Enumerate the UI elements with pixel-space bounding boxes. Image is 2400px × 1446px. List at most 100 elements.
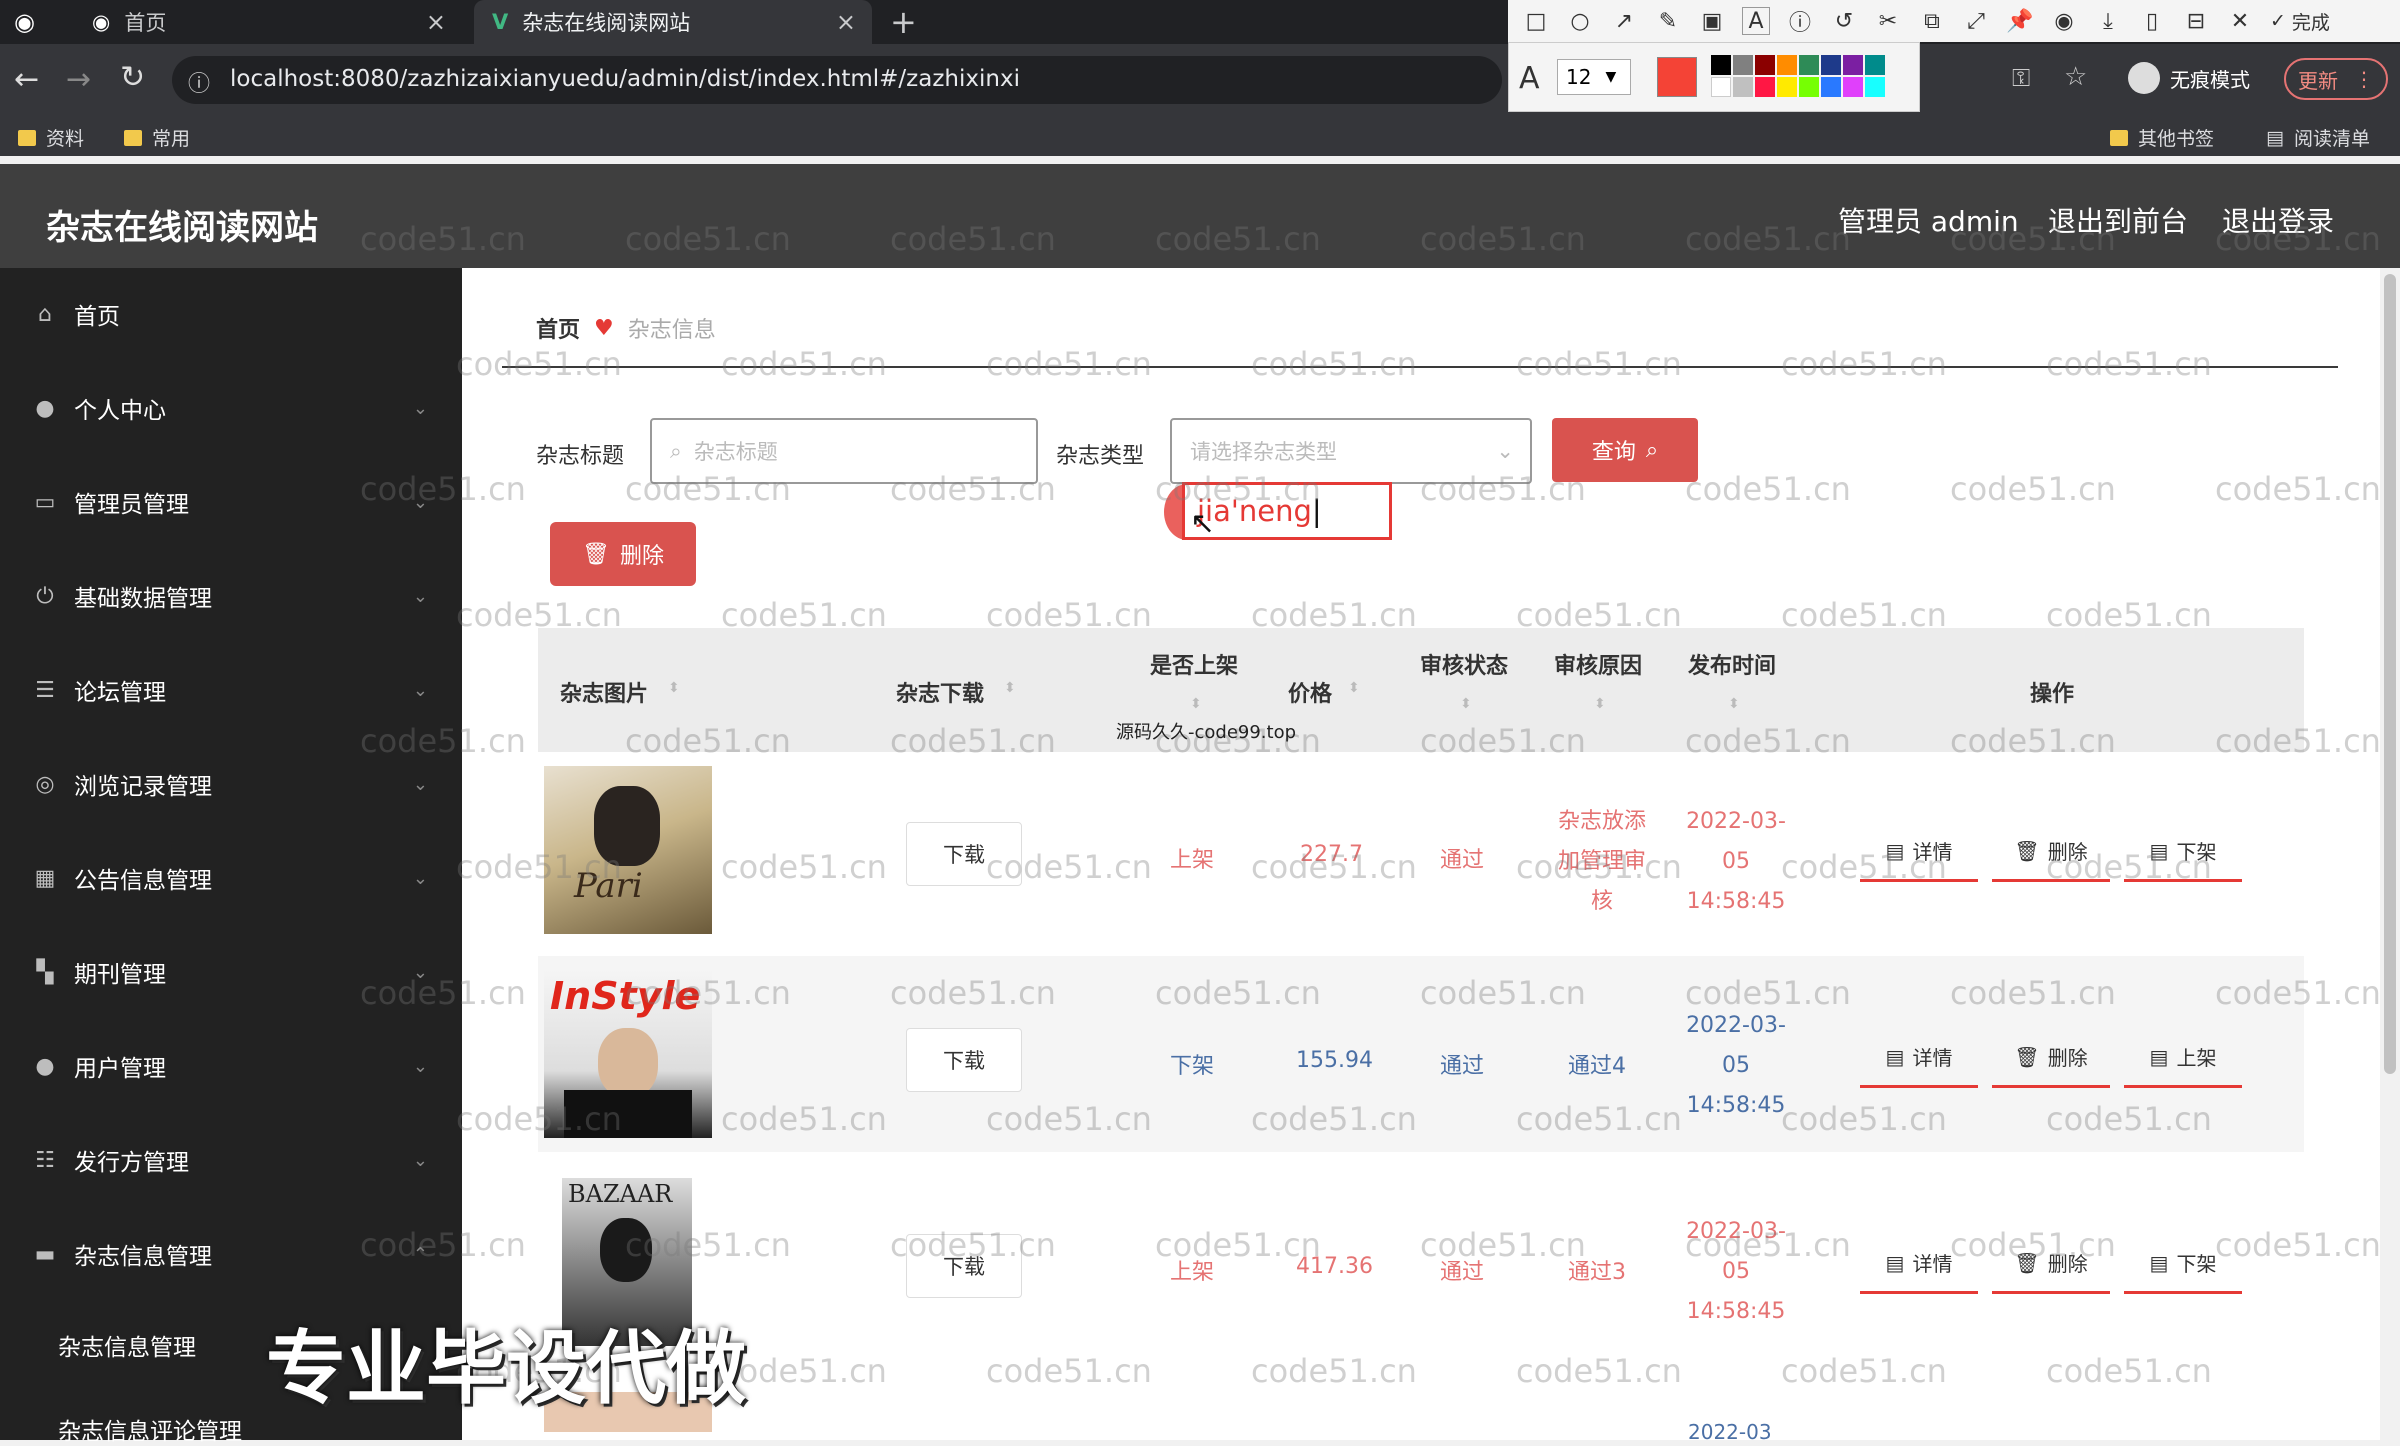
shelf-toggle-button[interactable]: ▤ 下架 (2124, 1234, 2242, 1294)
detail-button[interactable]: ▤ 详情 (1860, 822, 1978, 882)
sidebar-item-admins[interactable]: ▭ 管理员管理 ⌄ (0, 472, 462, 532)
sidebar-subitem-magazine-info[interactable]: 杂志信息管理 (58, 1328, 196, 1362)
translate-icon[interactable]: ⧉ (1918, 7, 1946, 35)
color-swatch[interactable] (1733, 55, 1753, 75)
current-color-swatch[interactable] (1657, 57, 1697, 97)
close-icon[interactable]: × (836, 8, 856, 36)
sort-icon[interactable]: ⬍ (1460, 696, 1472, 712)
bookmark-tool-icon[interactable]: ⊟ (2182, 7, 2210, 35)
sidebar-item-base-data[interactable]: ⏻ 基础数据管理 ⌄ (0, 566, 462, 626)
delete-button[interactable]: 🗑 删除 (1992, 1028, 2110, 1088)
shelf-toggle-button[interactable]: ▤ 下架 (2124, 822, 2242, 882)
title-search-input[interactable]: ⌕ 杂志标题 (650, 418, 1038, 484)
sidebar-item-publishers[interactable]: ☷ 发行方管理 ⌄ (0, 1130, 462, 1190)
download-button[interactable]: 下载 (906, 822, 1022, 886)
pen-tool-icon[interactable]: ✎ (1654, 7, 1682, 35)
ellipse-tool-icon[interactable]: ○ (1566, 7, 1594, 35)
tab-magazine-site[interactable]: V 杂志在线阅读网站 × (474, 0, 872, 44)
sort-icon[interactable]: ⬍ (1594, 696, 1606, 712)
sort-icon[interactable]: ⬍ (1728, 696, 1740, 712)
bookmark-folder[interactable]: 资料 (18, 124, 84, 151)
back-to-front-link[interactable]: 退出到前台 (2048, 200, 2188, 240)
text-tool-icon[interactable]: A (1742, 7, 1770, 35)
logout-link[interactable]: 退出登录 (2222, 200, 2334, 240)
batch-delete-button[interactable]: 🗑 删除 (550, 522, 696, 586)
record-icon[interactable]: ◉ (2050, 7, 2078, 35)
sidebar-item-profile[interactable]: ● 个人中心 ⌄ (0, 378, 462, 438)
color-swatch[interactable] (1821, 55, 1841, 75)
col-publish-time[interactable]: 发布时间 (1688, 648, 1776, 680)
font-size-select[interactable]: 12 ▼ (1557, 59, 1631, 95)
col-review-reason[interactable]: 审核原因 (1554, 648, 1642, 680)
color-swatch[interactable] (1733, 77, 1753, 97)
reload-icon[interactable]: ↻ (120, 60, 145, 95)
col-on-shelf[interactable]: 是否上架 (1150, 648, 1238, 680)
color-swatch[interactable] (1865, 77, 1885, 97)
col-image[interactable]: 杂志图片 (560, 676, 648, 708)
browser-menu-icon[interactable]: ◉ (14, 0, 35, 44)
sidebar-item-notices[interactable]: ▦ 公告信息管理 ⌄ (0, 848, 462, 908)
number-tool-icon[interactable]: ⓘ (1786, 7, 1814, 36)
sidebar-item-periodicals[interactable]: ▚ 期刊管理 ⌄ (0, 942, 462, 1002)
color-swatch[interactable] (1755, 55, 1775, 75)
arrow-tool-icon[interactable]: ↗ (1610, 7, 1638, 35)
breadcrumb-home[interactable]: 首页 (536, 312, 580, 344)
done-button[interactable]: ✓ 完成 (2270, 7, 2330, 35)
undo-icon[interactable]: ↺ (1830, 7, 1858, 35)
sidebar-subitem-magazine-comments[interactable]: 杂志信息评论管理 (58, 1412, 242, 1446)
mosaic-tool-icon[interactable]: ▣ (1698, 7, 1726, 35)
sidebar-item-forum[interactable]: ☰ 论坛管理 ⌄ (0, 660, 462, 720)
col-price[interactable]: 价格 (1288, 676, 1332, 708)
pin-tool-icon[interactable]: 📌 (2006, 7, 2034, 35)
color-swatch[interactable] (1865, 55, 1885, 75)
color-swatch[interactable] (1755, 77, 1775, 97)
col-download[interactable]: 杂志下载 (896, 676, 984, 708)
color-swatch[interactable] (1799, 55, 1819, 75)
tab-home[interactable]: ◉ 首页 × (74, 0, 462, 44)
col-review-status[interactable]: 审核状态 (1420, 648, 1508, 680)
info-icon[interactable]: ⓘ (188, 66, 210, 98)
scrollbar-thumb[interactable] (2384, 274, 2396, 1074)
sidebar-item-magazines[interactable]: ▬ 杂志信息管理 ⌃ (0, 1224, 462, 1284)
sort-icon[interactable]: ⬍ (1004, 680, 1016, 696)
bookmark-folder[interactable]: 其他书签 (2110, 124, 2214, 151)
sort-icon[interactable]: ⬍ (1190, 696, 1202, 712)
reading-list[interactable]: ▤ 阅读清单 (2266, 124, 2370, 151)
back-icon[interactable]: ← (14, 62, 39, 97)
rectangle-tool-icon[interactable]: □ (1522, 7, 1550, 35)
close-icon[interactable]: × (426, 8, 446, 36)
sidebar-item-home[interactable]: ⌂ 首页 (0, 284, 462, 344)
star-icon[interactable]: ☆ (2064, 62, 2087, 92)
color-swatch[interactable] (1711, 55, 1731, 75)
incognito-indicator[interactable]: 无痕模式 (2128, 62, 2250, 94)
color-swatch[interactable] (1777, 77, 1797, 97)
address-bar[interactable]: ⓘ localhost:8080/zazhizaixianyuedu/admin… (172, 56, 1502, 104)
color-swatch[interactable] (1799, 77, 1819, 97)
color-swatch[interactable] (1843, 55, 1863, 75)
sort-icon[interactable]: ⬍ (668, 680, 680, 696)
detail-button[interactable]: ▤ 详情 (1860, 1028, 1978, 1088)
forward-icon[interactable]: → (66, 62, 91, 97)
update-button[interactable]: 更新 ⋮ (2284, 58, 2388, 100)
key-icon[interactable]: ⚿ (2012, 64, 2030, 92)
new-tab-button[interactable]: + (890, 0, 930, 44)
expand-icon[interactable]: ⤢ (1962, 7, 1990, 35)
color-swatch[interactable] (1843, 77, 1863, 97)
download-button[interactable]: 下载 (906, 1028, 1022, 1092)
color-swatch[interactable] (1711, 77, 1731, 97)
close-tool-icon[interactable]: ✕ (2226, 7, 2254, 35)
color-swatch[interactable] (1777, 55, 1797, 75)
scissors-icon[interactable]: ✂ (1874, 7, 1902, 35)
bookmark-folder[interactable]: 常用 (124, 124, 190, 151)
type-select[interactable]: 请选择杂志类型 ⌄ (1170, 418, 1532, 484)
sidebar-item-history[interactable]: ◎ 浏览记录管理 ⌄ (0, 754, 462, 814)
download-tool-icon[interactable]: ⤓ (2094, 7, 2122, 35)
sidebar-item-users[interactable]: ● 用户管理 ⌄ (0, 1036, 462, 1096)
shelf-toggle-button[interactable]: ▤ 上架 (2124, 1028, 2242, 1088)
sort-icon[interactable]: ⬍ (1348, 680, 1360, 696)
phone-icon[interactable]: ▯ (2138, 7, 2166, 35)
delete-button[interactable]: 🗑 删除 (1992, 1234, 2110, 1294)
color-swatch[interactable] (1821, 77, 1841, 97)
detail-button[interactable]: ▤ 详情 (1860, 1234, 1978, 1294)
query-button[interactable]: 查询 ⌕ (1552, 418, 1698, 482)
